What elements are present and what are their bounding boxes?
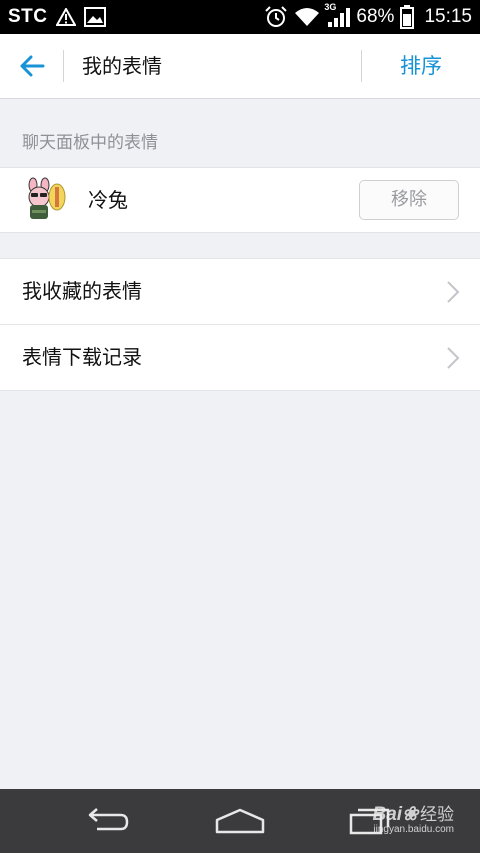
menu-item-download-history[interactable]: 表情下载记录	[0, 324, 480, 390]
alarm-icon	[264, 6, 288, 28]
clock: 15:15	[424, 6, 472, 27]
image-icon	[83, 7, 106, 27]
signal-icon: 3G	[324, 2, 351, 28]
back-icon	[81, 807, 131, 835]
wifi-icon	[294, 7, 320, 27]
arrow-left-icon	[19, 55, 45, 77]
watermark-url: jingyan.baidu.com	[373, 824, 454, 835]
battery-percentage: 68%	[356, 6, 395, 27]
list-item: 冷兔 移除	[0, 167, 480, 233]
page-title: 我的表情	[82, 54, 162, 78]
status-bar: STC 3G 68% 15:15	[0, 0, 480, 34]
nav-home-button[interactable]	[210, 801, 270, 841]
paw-icon: ❀	[402, 804, 418, 825]
back-button[interactable]	[12, 48, 52, 84]
title-divider	[63, 50, 64, 82]
nav-back-button[interactable]	[76, 801, 136, 841]
warning-icon	[55, 8, 76, 26]
chevron-right-icon	[446, 280, 460, 304]
home-icon	[214, 808, 266, 834]
title-bar: 我的表情 排序	[0, 34, 480, 99]
chevron-right-icon	[446, 346, 460, 370]
section-header-chat-panel: 聊天面板中的表情	[22, 133, 158, 153]
watermark-brand: Bai❀ 经验	[372, 804, 455, 825]
emoji-pack-name: 冷兔	[88, 188, 128, 212]
carrier-name: STC	[8, 6, 48, 27]
menu-list: 我收藏的表情 表情下载记录	[0, 258, 480, 391]
cold-rabbit-sticker-icon	[22, 177, 66, 221]
menu-item-label: 表情下载记录	[22, 345, 142, 369]
menu-item-label: 我收藏的表情	[22, 279, 142, 303]
menu-item-favorite-emojis[interactable]: 我收藏的表情	[0, 259, 480, 324]
battery-icon	[400, 5, 415, 29]
network-type-label: 3G	[324, 2, 337, 12]
baidu-jingyan-watermark: Bai❀ 经验 jingyan.baidu.com	[373, 800, 455, 835]
sort-button[interactable]: 排序	[362, 34, 480, 98]
remove-button[interactable]: 移除	[359, 180, 459, 220]
